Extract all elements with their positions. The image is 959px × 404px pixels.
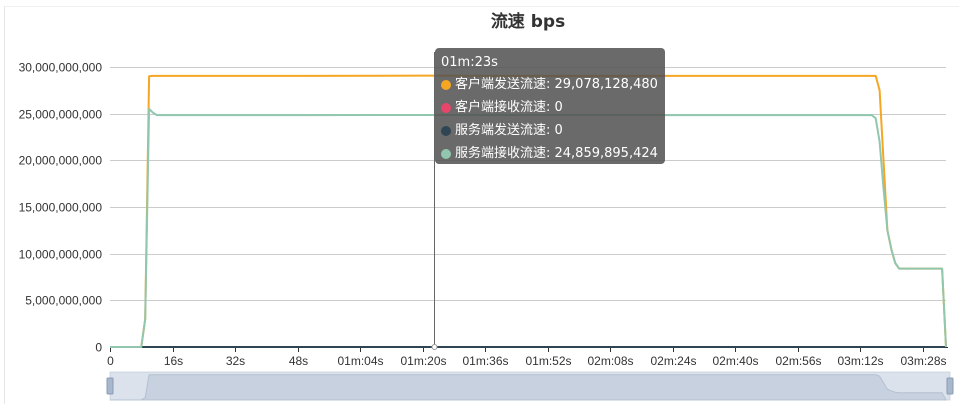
x-tick-label-0: 0: [107, 354, 114, 368]
y-tick-label-6: 30,000,000,000: [19, 61, 103, 75]
x-tick-label-4: 01m:04s: [337, 354, 383, 368]
y-tick-label-0: 0: [95, 341, 102, 355]
x-tick-label-11: 02m:56s: [775, 354, 821, 368]
legend-dot-icon: [441, 102, 451, 113]
zoom-selected-range: [110, 372, 950, 400]
tooltip-row-label: 服务端接收流速: 24,859,895,424: [455, 146, 658, 161]
x-tick-label-13: 03m:28s: [900, 354, 946, 368]
tooltip-row-1: 客户端接收流速: 0: [441, 96, 659, 119]
tooltip-row-3: 服务端接收流速: 24,859,895,424: [441, 142, 659, 165]
y-tick-label-4: 20,000,000,000: [19, 154, 103, 168]
x-tick-label-6: 01m:36s: [462, 354, 508, 368]
tooltip: 01m:23s 客户端发送流速: 29,078,128,480 客户端接收流速: …: [435, 48, 665, 164]
tooltip-row-label: 客户端接收流速: 0: [455, 100, 563, 115]
y-tick-label-2: 10,000,000,000: [19, 248, 103, 262]
data-zoom-slider[interactable]: [106, 371, 954, 401]
x-tick-label-1: 16s: [164, 354, 183, 368]
tooltip-row-label: 服务端发送流速: 0: [455, 123, 563, 138]
y-tick-label-3: 15,000,000,000: [19, 201, 103, 215]
x-tick-label-8: 02m:08s: [587, 354, 633, 368]
x-tick-label-9: 02m:24s: [650, 354, 696, 368]
x-tick-label-2: 32s: [226, 354, 245, 368]
legend-dot-icon: [441, 125, 451, 136]
y-axis: 0 5,000,000,000 10,000,000,000 15,000,000,0…: [19, 61, 103, 355]
x-axis: 0 16s 32s 48s 01m:04s 01m:20s 01m:36s 01m:52s 02…: [107, 347, 948, 368]
zoom-handle-right[interactable]: [946, 377, 954, 395]
chart-title: 流速 bps: [491, 11, 565, 32]
x-tick-label-7: 01m:52s: [525, 354, 571, 368]
axis-pointer-dot: [431, 344, 438, 350]
x-tick-label-3: 48s: [289, 354, 308, 368]
legend-dot-icon: [441, 79, 451, 90]
y-tick-label-5: 25,000,000,000: [19, 108, 103, 122]
x-tick-label-10: 02m:40s: [712, 354, 758, 368]
tooltip-row-0: 客户端发送流速: 29,078,128,480: [441, 73, 659, 96]
x-tick-label-12: 03m:12s: [837, 354, 883, 368]
x-tick-label-5: 01m:20s: [400, 354, 446, 368]
legend-dot-icon: [441, 148, 451, 159]
tooltip-title: 01m:23s: [441, 55, 498, 70]
zoom-handle-left[interactable]: [106, 377, 114, 395]
tooltip-row-label: 客户端发送流速: 29,078,128,480: [455, 77, 658, 92]
tooltip-row-2: 服务端发送流速: 0: [441, 119, 659, 142]
y-tick-label-1: 5,000,000,000: [25, 294, 102, 308]
